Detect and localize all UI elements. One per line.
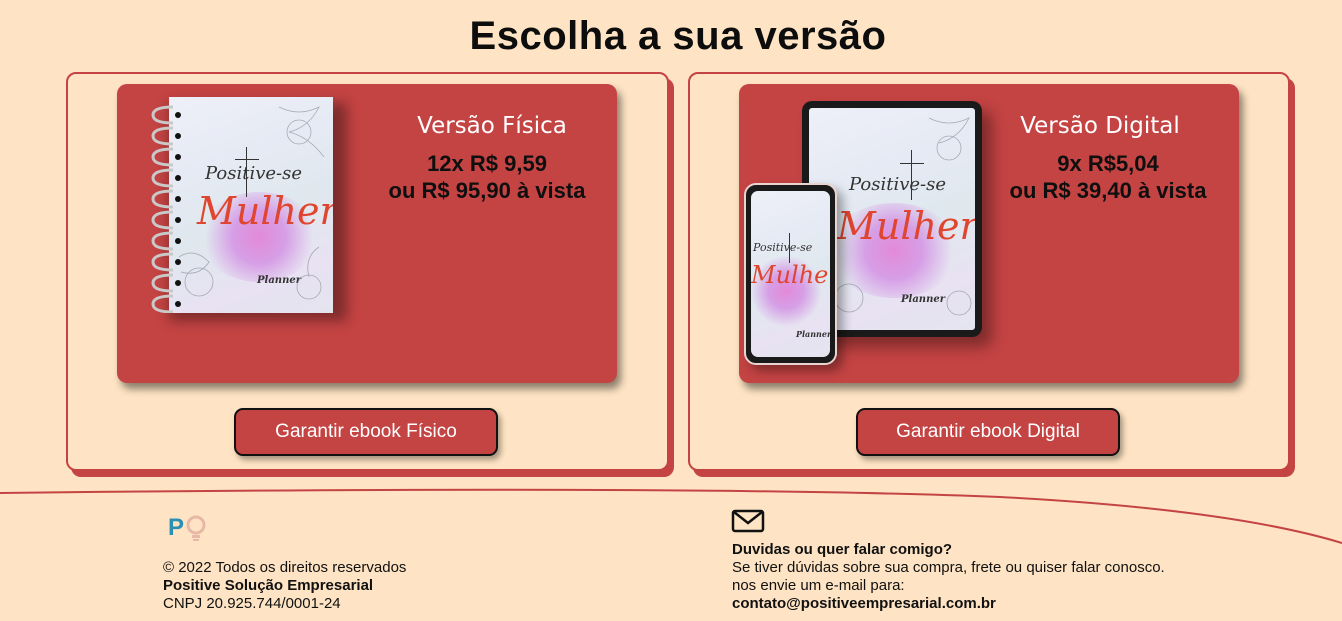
contact-email-link[interactable]: contato@positiveempresarial.com.br xyxy=(732,595,996,613)
buy-digital-button[interactable]: Garantir ebook Digital xyxy=(856,408,1120,456)
digital-installments: 9x R$5,04 xyxy=(1057,151,1159,176)
phone-cover-planner: Planner xyxy=(796,329,830,339)
digital-cash-price: ou R$ 39,40 à vista xyxy=(1009,178,1207,203)
company-name: Positive Solução Empresarial xyxy=(163,577,374,594)
logo-letter: P xyxy=(168,514,185,541)
contact-heading: Duvidas ou quer falar comigo? xyxy=(732,541,953,558)
physical-product-panel: Positive-se Mulher Planner Versão Física… xyxy=(117,84,617,383)
physical-cash-price: ou R$ 95,90 à vista xyxy=(388,178,586,203)
spiral-binding xyxy=(151,105,181,313)
contact-description: Se tiver dúvidas sobre sua compra, frete… xyxy=(732,559,1165,576)
company-logo: P xyxy=(168,514,212,544)
digital-version-title: Versão Digital xyxy=(1020,113,1180,139)
lightbulb-icon xyxy=(186,515,206,541)
mail-icon xyxy=(731,509,765,533)
physical-installments: 12x R$ 9,59 xyxy=(427,151,547,176)
physical-cover: Positive-se Mulher Planner xyxy=(169,97,333,313)
phone-cover-title: Positive-se xyxy=(753,241,813,254)
phone-mockup: Positive-se Mulher Planner xyxy=(744,183,837,365)
contact-instruction: nos envie um e-mail para: xyxy=(732,577,905,594)
phone-cover-subtitle: Mulher xyxy=(751,261,830,289)
page-title: Escolha a sua versão xyxy=(469,14,887,58)
copyright-text: © 2022 Todos os direitos reservados xyxy=(163,559,407,576)
phone-screen: Positive-se Mulher Planner xyxy=(751,191,830,357)
physical-version-title: Versão Física xyxy=(417,113,567,139)
digital-product-panel: Positive-se Mulher Planner Positive-se M… xyxy=(739,84,1239,383)
floral-decoration xyxy=(178,106,325,300)
company-cnpj: CNPJ 20.925.744/0001-24 xyxy=(163,595,341,612)
physical-planner-image: Positive-se Mulher Planner xyxy=(151,97,347,321)
buy-physical-button[interactable]: Garantir ebook Físico xyxy=(234,408,498,456)
